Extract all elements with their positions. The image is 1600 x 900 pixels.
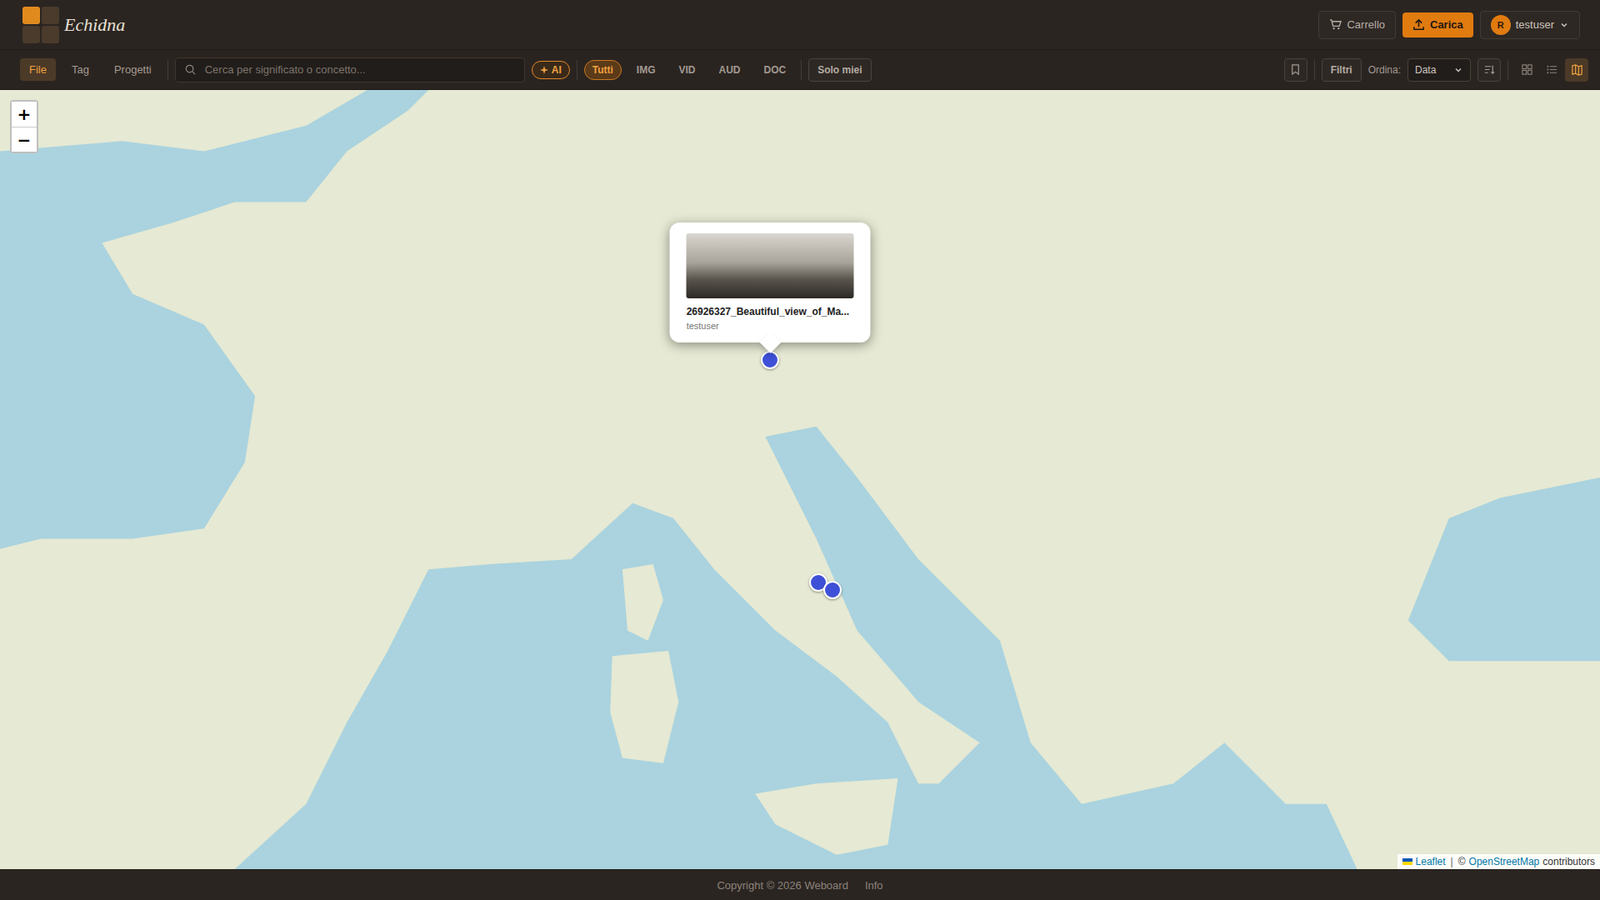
bookmark-icon xyxy=(1289,63,1302,76)
list-view-button[interactable] xyxy=(1540,58,1564,82)
sort-icon xyxy=(1483,63,1496,76)
search-input[interactable] xyxy=(203,62,516,77)
search-icon xyxy=(184,63,197,76)
popup-owner: testuser xyxy=(686,320,855,331)
zoom-control: +− xyxy=(10,100,39,154)
map-marker[interactable]: 26926327_Beautiful_view_of_Ma...testuser xyxy=(760,350,780,370)
separator xyxy=(800,60,802,80)
zoom-in-button[interactable]: + xyxy=(11,101,37,127)
sparkle-icon xyxy=(540,65,549,75)
bookmark-button[interactable] xyxy=(1284,58,1308,82)
separator xyxy=(1507,60,1509,80)
search-field[interactable] xyxy=(175,57,525,83)
app: EchidnaCarrelloCaricaRtestuserFileTagPro… xyxy=(0,0,1600,900)
sort-label: Ordina: xyxy=(1368,64,1401,76)
map-icon xyxy=(1570,63,1584,76)
type-filter[interactable]: DOC xyxy=(755,60,795,80)
osm-link[interactable]: OpenStreetMap xyxy=(1469,855,1540,868)
chevron-down-icon xyxy=(1559,20,1570,30)
app-name: Echidna xyxy=(64,14,125,36)
flag-icon xyxy=(1402,858,1413,865)
toolbar: File Tag Progetti AI Tutti IMGVIDAUDDOC Solo m… xyxy=(0,50,1600,90)
copyright: Copyright © 2026 Weboard xyxy=(716,879,849,892)
list-icon xyxy=(1545,63,1559,76)
map-attribution: Leaflet|©OpenStreetMapcontributors xyxy=(1397,854,1600,870)
cart-icon xyxy=(1329,18,1342,31)
chevron-down-icon xyxy=(1453,65,1464,75)
separator xyxy=(1314,60,1315,80)
ai-toggle[interactable]: AI xyxy=(531,60,570,80)
upload-button[interactable]: Carica xyxy=(1402,12,1474,38)
only-mine-button[interactable]: Solo miei xyxy=(808,58,871,82)
separator xyxy=(576,60,578,80)
footer: Copyright © 2026 Weboard Info xyxy=(0,869,1600,900)
map-water-shape xyxy=(0,90,1600,870)
type-filter[interactable]: VID xyxy=(670,60,705,80)
nav-tab[interactable]: Tag xyxy=(62,58,99,81)
popup-thumbnail[interactable] xyxy=(686,233,855,299)
map[interactable]: +− 26926327_Beautiful_view_of_Ma...testus… xyxy=(0,90,1600,870)
separator xyxy=(167,60,169,80)
brand[interactable]: Echidna xyxy=(22,6,125,44)
type-filter[interactable]: Tutti xyxy=(584,60,622,80)
grid-icon xyxy=(1520,63,1534,76)
grid-view-button[interactable] xyxy=(1515,58,1539,82)
marker-popup: 26926327_Beautiful_view_of_Ma... testuser xyxy=(670,222,871,343)
type-filter[interactable]: IMG xyxy=(628,60,665,80)
user-avatar: R xyxy=(1490,15,1511,35)
logo-icon xyxy=(22,6,60,44)
type-filter[interactable]: AUD xyxy=(710,60,750,80)
user-menu[interactable]: Rtestuser xyxy=(1480,10,1580,40)
header: Echidna CarrelloCaricaRtestuser xyxy=(0,0,1600,50)
cart-button[interactable]: Carrello xyxy=(1318,10,1396,40)
popup-title[interactable]: 26926327_Beautiful_view_of_Ma... xyxy=(686,305,855,318)
nav-tab[interactable]: File xyxy=(20,58,56,81)
nav-tab[interactable]: Progetti xyxy=(105,58,161,81)
upload-icon xyxy=(1412,18,1425,31)
popup-tip xyxy=(759,332,780,354)
map-marker[interactable] xyxy=(823,580,842,600)
sort-direction-button[interactable] xyxy=(1477,58,1501,82)
zoom-out-button[interactable]: − xyxy=(11,126,37,152)
filters-button[interactable]: Filtri xyxy=(1321,58,1362,82)
sort-select[interactable]: Data xyxy=(1407,58,1471,82)
info-link[interactable]: Info xyxy=(865,879,884,892)
leaflet-link[interactable]: Leaflet xyxy=(1415,855,1446,868)
view-toggle xyxy=(1515,58,1589,82)
map-view-button[interactable] xyxy=(1565,58,1589,82)
